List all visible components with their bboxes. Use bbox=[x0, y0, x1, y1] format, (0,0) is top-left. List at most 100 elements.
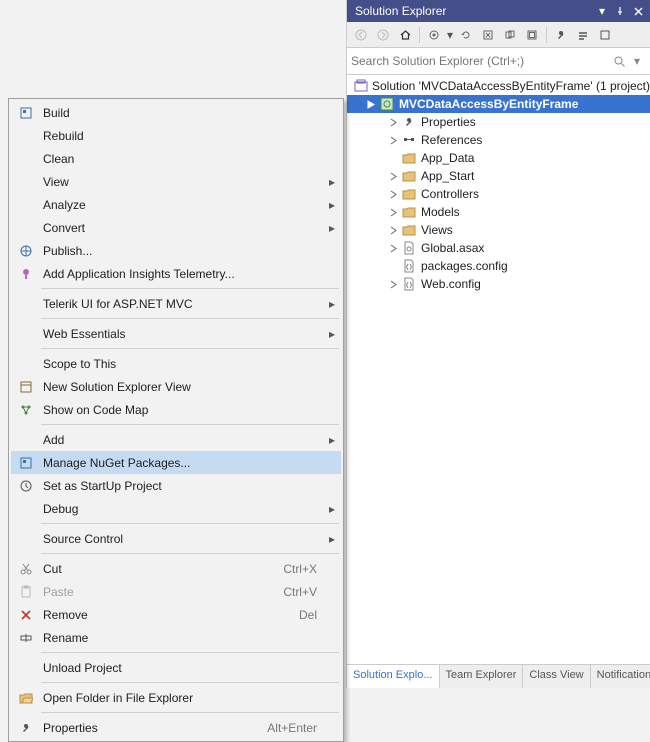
menu-clean[interactable]: Clean bbox=[11, 147, 341, 170]
tree-node-models[interactable]: Models bbox=[347, 203, 650, 221]
menu-rebuild[interactable]: Rebuild bbox=[11, 124, 341, 147]
menu-label: Cut bbox=[37, 562, 283, 576]
menu-convert[interactable]: Convert ▸ bbox=[11, 216, 341, 239]
menu-label: Build bbox=[37, 106, 321, 120]
node-label: Properties bbox=[421, 115, 476, 129]
twisty-none bbox=[387, 152, 399, 164]
menu-publish[interactable]: Publish... bbox=[11, 239, 341, 262]
search-icon[interactable] bbox=[610, 55, 628, 68]
show-all-icon[interactable] bbox=[500, 25, 520, 45]
tree-node-references[interactable]: References bbox=[347, 131, 650, 149]
tab-team-explorer[interactable]: Team Explorer bbox=[440, 665, 524, 688]
tree-node-views[interactable]: Views bbox=[347, 221, 650, 239]
menu-label: Unload Project bbox=[37, 661, 321, 675]
build-icon bbox=[15, 103, 37, 123]
more-icon[interactable] bbox=[595, 25, 615, 45]
close-icon[interactable] bbox=[630, 3, 646, 19]
menu-new-solution-explorer-view[interactable]: New Solution Explorer View bbox=[11, 375, 341, 398]
search-input[interactable] bbox=[351, 50, 610, 72]
tree-node-global-asax[interactable]: Global.asax bbox=[347, 239, 650, 257]
menu-scope-to-this[interactable]: Scope to This bbox=[11, 352, 341, 375]
submenu-arrow-icon: ▸ bbox=[329, 297, 335, 311]
menu-label: Publish... bbox=[37, 244, 321, 258]
empty-icon bbox=[15, 354, 37, 374]
menu-source-control[interactable]: Source Control ▸ bbox=[11, 527, 341, 550]
tab-notifications[interactable]: Notifications bbox=[591, 665, 650, 688]
tree-node-controllers[interactable]: Controllers bbox=[347, 185, 650, 203]
folder-icon bbox=[401, 186, 417, 202]
submenu-arrow-icon: ▸ bbox=[329, 327, 335, 341]
startup-icon bbox=[15, 476, 37, 496]
twisty-collapsed-icon[interactable] bbox=[387, 242, 399, 254]
collapse-icon[interactable] bbox=[478, 25, 498, 45]
tab-solution-explorer[interactable]: Solution Explo... bbox=[347, 665, 440, 688]
menu-unload-project[interactable]: Unload Project bbox=[11, 656, 341, 679]
node-label: Views bbox=[421, 223, 453, 237]
menu-manage-nuget[interactable]: Manage NuGet Packages... bbox=[11, 451, 341, 474]
empty-icon bbox=[15, 195, 37, 215]
solution-node[interactable]: Solution 'MVCDataAccessByEntityFrame' (1… bbox=[347, 77, 650, 95]
menu-label: Analyze bbox=[37, 198, 321, 212]
file-icon bbox=[401, 258, 417, 274]
menu-label: Show on Code Map bbox=[37, 403, 321, 417]
menu-telerik[interactable]: Telerik UI for ASP.NET MVC ▸ bbox=[11, 292, 341, 315]
tree: Solution 'MVCDataAccessByEntityFrame' (1… bbox=[347, 75, 650, 664]
preview-icon[interactable] bbox=[522, 25, 542, 45]
menu-set-as-startup[interactable]: Set as StartUp Project bbox=[11, 474, 341, 497]
menu-label: Properties bbox=[37, 721, 267, 735]
empty-icon bbox=[15, 324, 37, 344]
menu-web-essentials[interactable]: Web Essentials ▸ bbox=[11, 322, 341, 345]
sync-drop-icon[interactable]: ▾ bbox=[446, 25, 454, 45]
menu-show-on-code-map[interactable]: Show on Code Map bbox=[11, 398, 341, 421]
menu-open-folder[interactable]: Open Folder in File Explorer bbox=[11, 686, 341, 709]
menu-remove[interactable]: Remove Del bbox=[11, 603, 341, 626]
twisty-expanded-icon[interactable] bbox=[351, 80, 352, 92]
menu-separator bbox=[41, 652, 339, 653]
wrench-icon bbox=[401, 114, 417, 130]
menu-cut[interactable]: Cut Ctrl+X bbox=[11, 557, 341, 580]
forward-icon[interactable] bbox=[373, 25, 393, 45]
refresh-icon[interactable] bbox=[456, 25, 476, 45]
back-icon[interactable] bbox=[351, 25, 371, 45]
twisty-collapsed-icon[interactable] bbox=[387, 116, 399, 128]
tree-node-properties[interactable]: Properties bbox=[347, 113, 650, 131]
bottom-tabs: Solution Explo... Team Explorer Class Vi… bbox=[347, 664, 650, 688]
menu-app-insights[interactable]: Add Application Insights Telemetry... bbox=[11, 262, 341, 285]
twisty-collapsed-icon[interactable] bbox=[387, 206, 399, 218]
node-label: Models bbox=[421, 205, 460, 219]
tree-node-appdata[interactable]: App_Data bbox=[347, 149, 650, 167]
properties-icon[interactable] bbox=[573, 25, 593, 45]
menu-debug[interactable]: Debug ▸ bbox=[11, 497, 341, 520]
solution-label: Solution 'MVCDataAccessByEntityFrame' (1… bbox=[372, 79, 650, 93]
twisty-collapsed-icon[interactable] bbox=[387, 224, 399, 236]
empty-icon bbox=[15, 218, 37, 238]
dropdown-icon[interactable]: ▾ bbox=[594, 3, 610, 19]
menu-analyze[interactable]: Analyze ▸ bbox=[11, 193, 341, 216]
tree-node-web-config[interactable]: Web.config bbox=[347, 275, 650, 293]
wrench-icon[interactable] bbox=[551, 25, 571, 45]
twisty-collapsed-icon[interactable] bbox=[387, 278, 399, 290]
menu-separator bbox=[41, 288, 339, 289]
search-drop-icon[interactable]: ▾ bbox=[628, 54, 646, 68]
menu-view[interactable]: View ▸ bbox=[11, 170, 341, 193]
node-label: Web.config bbox=[421, 277, 481, 291]
menu-properties[interactable]: Properties Alt+Enter bbox=[11, 716, 341, 739]
menu-build[interactable]: Build bbox=[11, 101, 341, 124]
twisty-collapsed-icon[interactable] bbox=[387, 134, 399, 146]
submenu-arrow-icon: ▸ bbox=[329, 433, 335, 447]
twisty-collapsed-icon[interactable] bbox=[387, 170, 399, 182]
sync-icon[interactable] bbox=[424, 25, 444, 45]
twisty-expanded-icon[interactable] bbox=[365, 98, 377, 110]
tab-class-view[interactable]: Class View bbox=[523, 665, 590, 688]
menu-rename[interactable]: Rename bbox=[11, 626, 341, 649]
empty-icon bbox=[15, 126, 37, 146]
pin-icon[interactable] bbox=[612, 3, 628, 19]
submenu-arrow-icon: ▸ bbox=[329, 532, 335, 546]
home-icon[interactable] bbox=[395, 25, 415, 45]
project-node[interactable]: MVCDataAccessByEntityFrame bbox=[347, 95, 650, 113]
twisty-collapsed-icon[interactable] bbox=[387, 188, 399, 200]
project-label: MVCDataAccessByEntityFrame bbox=[399, 97, 578, 111]
tree-node-packages-config[interactable]: packages.config bbox=[347, 257, 650, 275]
tree-node-appstart[interactable]: App_Start bbox=[347, 167, 650, 185]
menu-add[interactable]: Add ▸ bbox=[11, 428, 341, 451]
